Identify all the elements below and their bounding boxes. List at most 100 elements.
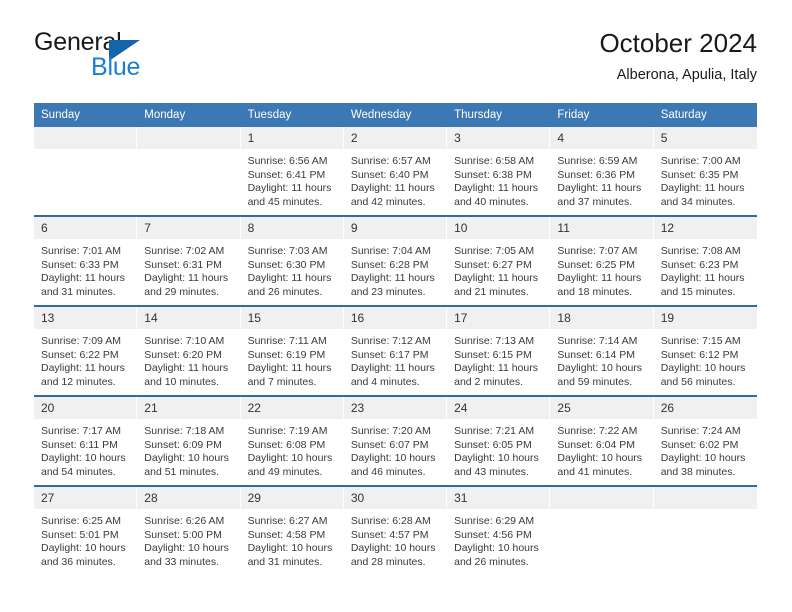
sunset-text: Sunset: 6:09 PM (144, 438, 222, 451)
daylight-text: Daylight: 10 hours and 36 minutes. (41, 542, 126, 568)
sunrise-text: Sunrise: 6:25 AM (41, 515, 121, 527)
sunrise-text: Sunrise: 6:27 AM (247, 515, 328, 527)
sunset-text: Sunset: 6:20 PM (144, 348, 222, 361)
day-cell-2[interactable]: 2 Sunrise: 6:57 AM Sunset: 6:40 PM Daylight… (343, 127, 448, 216)
day-cell-10[interactable]: 10 Sunrise: 7:05 AM Sunset: 6:27 PM Dayligh… (447, 215, 551, 306)
day-number: 5 (653, 127, 757, 149)
day-details: Sunrise: 7:02 AM Sunset: 6:31 PM Daylight:… (137, 239, 240, 299)
day-number: 17 (447, 307, 551, 329)
sunrise-text: Sunrise: 7:24 AM (660, 425, 741, 437)
sunrise-text: Sunrise: 7:14 AM (557, 335, 638, 347)
day-cell-17[interactable]: 17 Sunrise: 7:13 AM Sunset: 6:15 PM Dayligh… (447, 305, 551, 396)
day-cell-8[interactable]: 8 Sunrise: 7:03 AM Sunset: 6:30 PM Daylight… (240, 215, 344, 306)
day-cell-18[interactable]: 18 Sunrise: 7:14 AM Sunset: 6:14 PM Dayligh… (550, 305, 654, 396)
day-details: Sunrise: 7:09 AM Sunset: 6:22 PM Daylight:… (34, 329, 137, 389)
day-cell-26[interactable]: 26 Sunrise: 7:24 AM Sunset: 6:02 PM Dayligh… (653, 395, 757, 486)
day-cell-21[interactable]: 21 Sunrise: 7:18 AM Sunset: 6:09 PM Dayligh… (137, 395, 241, 486)
day-cell-6[interactable]: 6 Sunrise: 7:01 AM Sunset: 6:33 PM Daylight… (34, 215, 138, 306)
day-cell-1[interactable]: 1 Sunrise: 6:56 AM Sunset: 6:41 PM Daylight… (240, 127, 344, 216)
sunrise-text: Sunrise: 7:05 AM (454, 245, 535, 257)
sunset-text: Sunset: 6:36 PM (557, 168, 636, 181)
sunrise-text: Sunrise: 7:09 AM (41, 335, 121, 347)
sunrise-text: Sunrise: 7:04 AM (350, 245, 431, 257)
sunset-text: Sunset: 6:33 PM (41, 258, 119, 271)
sunrise-text: Sunrise: 6:29 AM (454, 515, 535, 527)
sunset-text: Sunset: 6:25 PM (557, 258, 636, 271)
daylight-text: Daylight: 11 hours and 7 minutes. (247, 362, 332, 388)
day-details: Sunrise: 7:11 AM Sunset: 6:19 PM Daylight:… (241, 329, 344, 389)
day-cell-empty (34, 127, 138, 216)
day-number: 11 (550, 217, 654, 239)
sunrise-text: Sunrise: 7:17 AM (41, 425, 121, 437)
daylight-text: Daylight: 10 hours and 49 minutes. (247, 452, 333, 478)
day-cell-28[interactable]: 28 Sunrise: 6:26 AM Sunset: 5:00 PM Dayligh… (137, 485, 241, 575)
day-number: 24 (447, 397, 551, 419)
day-cell-3[interactable]: 3 Sunrise: 6:58 AM Sunset: 6:38 PM Daylight… (447, 127, 551, 216)
day-cell-23[interactable]: 23 Sunrise: 7:20 AM Sunset: 6:07 PM Dayligh… (343, 395, 448, 486)
day-details: Sunrise: 7:20 AM Sunset: 6:07 PM Daylight:… (344, 419, 447, 479)
day-cell-19[interactable]: 19 Sunrise: 7:15 AM Sunset: 6:12 PM Dayligh… (653, 305, 757, 396)
daylight-text: Daylight: 11 hours and 15 minutes. (660, 272, 745, 298)
sunrise-text: Sunrise: 7:08 AM (660, 245, 741, 257)
sunset-text: Sunset: 4:56 PM (454, 528, 532, 541)
daylight-text: Daylight: 11 hours and 29 minutes. (144, 272, 229, 298)
day-cell-7[interactable]: 7 Sunrise: 7:02 AM Sunset: 6:31 PM Daylight… (137, 215, 241, 306)
sunrise-text: Sunrise: 6:57 AM (350, 155, 431, 167)
sunset-text: Sunset: 6:22 PM (41, 348, 119, 361)
day-cell-25[interactable]: 25 Sunrise: 7:22 AM Sunset: 6:04 PM Dayligh… (550, 395, 654, 486)
day-number: 1 (240, 127, 344, 149)
sunset-text: Sunset: 6:14 PM (557, 348, 636, 361)
day-cell-9[interactable]: 9 Sunrise: 7:04 AM Sunset: 6:28 PM Daylight… (343, 215, 448, 306)
sunrise-text: Sunrise: 6:56 AM (247, 155, 328, 167)
day-cell-4[interactable]: 4 Sunrise: 6:59 AM Sunset: 6:36 PM Daylight… (550, 127, 654, 216)
daylight-text: Daylight: 11 hours and 18 minutes. (557, 272, 642, 298)
day-cell-11[interactable]: 11 Sunrise: 7:07 AM Sunset: 6:25 PM Dayligh… (550, 215, 654, 306)
daylight-text: Daylight: 11 hours and 40 minutes. (454, 182, 538, 208)
sunrise-text: Sunrise: 7:18 AM (144, 425, 225, 437)
day-cell-20[interactable]: 20 Sunrise: 7:17 AM Sunset: 6:11 PM Dayligh… (34, 395, 138, 486)
sunset-text: Sunset: 6:40 PM (350, 168, 429, 181)
daylight-text: Daylight: 11 hours and 23 minutes. (350, 272, 435, 298)
daylight-text: Daylight: 10 hours and 26 minutes. (454, 542, 539, 568)
week-row: 13 Sunrise: 7:09 AM Sunset: 6:22 PM Dayligh… (34, 305, 757, 396)
day-cell-16[interactable]: 16 Sunrise: 7:12 AM Sunset: 6:17 PM Dayligh… (343, 305, 448, 396)
day-cell-22[interactable]: 22 Sunrise: 7:19 AM Sunset: 6:08 PM Dayligh… (240, 395, 344, 486)
day-cell-14[interactable]: 14 Sunrise: 7:10 AM Sunset: 6:20 PM Dayligh… (137, 305, 241, 396)
day-details: Sunrise: 7:12 AM Sunset: 6:17 PM Daylight:… (344, 329, 447, 389)
day-number: 7 (137, 217, 241, 239)
sunrise-text: Sunrise: 7:01 AM (41, 245, 121, 257)
general-blue-logo[interactable]: General Blue (34, 28, 234, 88)
sunrise-text: Sunrise: 7:10 AM (144, 335, 225, 347)
day-cell-24[interactable]: 24 Sunrise: 7:21 AM Sunset: 6:05 PM Dayligh… (447, 395, 551, 486)
day-cell-5[interactable]: 5 Sunrise: 7:00 AM Sunset: 6:35 PM Daylight… (653, 127, 757, 216)
day-number: 4 (550, 127, 654, 149)
day-cell-27[interactable]: 27 Sunrise: 6:25 AM Sunset: 5:01 PM Dayligh… (34, 485, 138, 575)
day-cell-31[interactable]: 31 Sunrise: 6:29 AM Sunset: 4:56 PM Dayligh… (447, 485, 551, 575)
day-cell-30[interactable]: 30 Sunrise: 6:28 AM Sunset: 4:57 PM Dayligh… (343, 485, 448, 575)
day-number: 23 (343, 397, 448, 419)
sunrise-text: Sunrise: 7:13 AM (454, 335, 535, 347)
day-number: 21 (137, 397, 241, 419)
day-cell-29[interactable]: 29 Sunrise: 6:27 AM Sunset: 4:58 PM Dayligh… (240, 485, 344, 575)
week-row: 20 Sunrise: 7:17 AM Sunset: 6:11 PM Dayligh… (34, 395, 757, 486)
day-number: 30 (343, 487, 448, 509)
day-cell-12[interactable]: 12 Sunrise: 7:08 AM Sunset: 6:23 PM Dayligh… (653, 215, 757, 306)
daylight-text: Daylight: 10 hours and 43 minutes. (454, 452, 539, 478)
day-cell-15[interactable]: 15 Sunrise: 7:11 AM Sunset: 6:19 PM Dayligh… (240, 305, 344, 396)
day-details: Sunrise: 7:21 AM Sunset: 6:05 PM Daylight:… (447, 419, 550, 479)
sunset-text: Sunset: 5:00 PM (144, 528, 222, 541)
sunrise-text: Sunrise: 7:03 AM (247, 245, 328, 257)
sunrise-text: Sunrise: 7:21 AM (454, 425, 535, 437)
daylight-text: Daylight: 10 hours and 54 minutes. (41, 452, 126, 478)
weekday-header-friday: Friday (550, 103, 654, 127)
sunrise-text: Sunrise: 7:11 AM (247, 335, 327, 347)
day-details: Sunrise: 7:05 AM Sunset: 6:27 PM Daylight:… (447, 239, 550, 299)
weekday-header-wednesday: Wednesday (343, 103, 448, 127)
day-details: Sunrise: 6:28 AM Sunset: 4:57 PM Daylight:… (344, 509, 447, 569)
logo-text-blue: Blue (91, 53, 141, 81)
calendar-table: Sunday Monday Tuesday Wednesday Thursday Frid… (34, 103, 757, 575)
day-cell-13[interactable]: 13 Sunrise: 7:09 AM Sunset: 6:22 PM Dayligh… (34, 305, 138, 396)
week-row: 6 Sunrise: 7:01 AM Sunset: 6:33 PM Daylight… (34, 215, 757, 306)
day-details: Sunrise: 6:27 AM Sunset: 4:58 PM Daylight:… (241, 509, 344, 569)
day-number: 28 (137, 487, 241, 509)
